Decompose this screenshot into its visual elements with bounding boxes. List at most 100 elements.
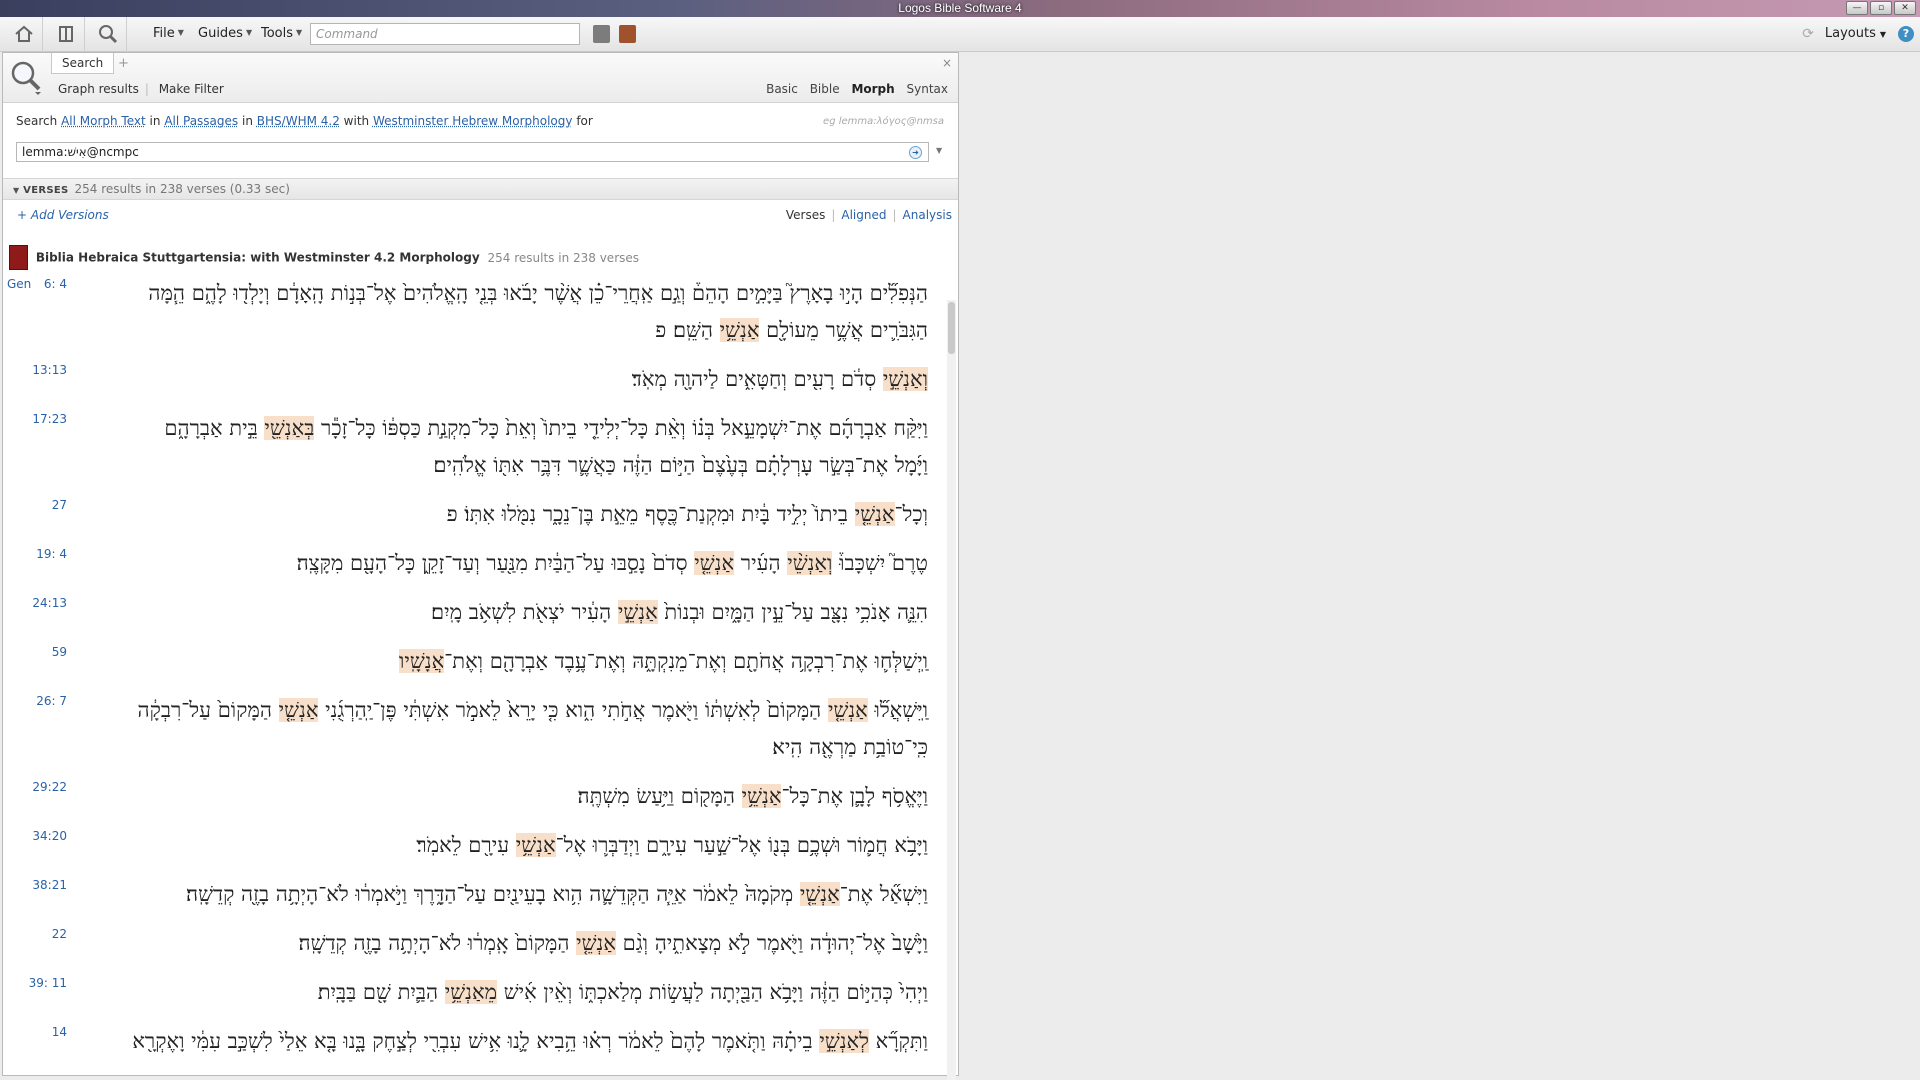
- search-panel: Search + × Graph results | Make Filter Ba…: [2, 52, 959, 1080]
- graph-results-link[interactable]: Graph results: [58, 82, 139, 96]
- text-for: for: [576, 114, 593, 128]
- add-tab-button[interactable]: +: [118, 56, 129, 71]
- close-panel-button[interactable]: ×: [942, 56, 952, 70]
- resource-title[interactable]: Biblia Hebraica Stuttgartensia: with Wes…: [36, 251, 480, 265]
- tab-search[interactable]: Search: [51, 53, 115, 74]
- hebrew-text: וְכָל־: [894, 502, 929, 526]
- hebrew-text: וַֽיִּשְׁאֲל֞וּ: [867, 698, 928, 722]
- search-hit[interactable]: אַנְשֵׁ֥י: [741, 784, 782, 808]
- tools-menu[interactable]: Tools ▼: [261, 26, 302, 41]
- verse-text: וַֽיְשַׁלְּח֛וּ אֶת־רִבְקָ֥ה אֲחֹתָ֖ם וְ…: [48, 643, 928, 680]
- query-history-chevron-icon[interactable]: ▼: [936, 146, 942, 155]
- verse-text: וַיָּ֙שָׁב֙ אֶל־יְהוּדָ֔ה וַיֹּ֖אמֶר לֹ֣…: [48, 925, 928, 962]
- verse-line: הַגִּבֹּרִ֛ים אֲשֶׁ֥ר מֵעוֹלָ֖ם אַנְשֵׁ֥…: [48, 312, 928, 349]
- passages-selector[interactable]: All Passages: [164, 114, 238, 128]
- sync-icon[interactable]: ⟳: [1802, 26, 1814, 42]
- verse-text: וַיְהִי֙ כְּהַיּ֣וֹם הַזֶּ֔ה וַיָּבֹ֥א ה…: [48, 974, 928, 1011]
- command-input[interactable]: Command: [310, 23, 580, 45]
- hebrew-text: בֵּ֣ית אַבְרָהָ֑ם: [164, 416, 265, 440]
- hebrew-text: בֵיתוֹ֙ יְלִ֣יד בָּ֔יִת וּמִקְנַת־כֶּ֖סֶ…: [446, 502, 855, 526]
- books-icon: [59, 26, 73, 42]
- search-hit[interactable]: וְאַנְשֵׁ֨י: [787, 551, 833, 575]
- tab-syntax[interactable]: Syntax: [907, 82, 948, 96]
- search-hit[interactable]: בְּאַנְשֵׁ֖י: [264, 416, 315, 440]
- file-menu[interactable]: File ▼: [153, 26, 184, 41]
- tab-aligned[interactable]: Aligned: [841, 208, 886, 222]
- hebrew-text: מְקֹמָהּ֙ לֵאמֹ֔ר אַיֵּ֧ה הַקְּדֵשָׁ֛ה ה…: [186, 882, 800, 906]
- scope-selector[interactable]: All Morph Text: [61, 114, 146, 128]
- tab-analysis[interactable]: Analysis: [903, 208, 952, 222]
- minimize-button[interactable]: —: [1846, 1, 1868, 15]
- hebrew-text: וַיָּ֙שָׁב֙ אֶל־יְהוּדָ֔ה וַיֹּ֖אמֶר לֹ֣…: [615, 931, 928, 955]
- home-button[interactable]: [3, 17, 43, 52]
- example-hint: eg lemma:λόγος@nmsa: [823, 116, 944, 127]
- hebrew-text: סְדֹ֔ם רָעִ֖ים וְחַטָּאִ֑ים לַיהוָ֖ה מְא…: [631, 367, 883, 391]
- result-view-tabs: Verses | Aligned | Analysis: [786, 208, 952, 222]
- search-icon: [11, 61, 41, 95]
- hebrew-text: הַמָּקוֹם֙ עַל־רִבְקָ֔ה: [137, 698, 279, 722]
- search-hit[interactable]: אַנְשֵׁ֤י: [827, 698, 868, 722]
- close-window-button[interactable]: ✕: [1894, 1, 1916, 15]
- hebrew-text: הַמָּקוֹם֙ אָֽמְר֔וּ לֹא־הָיְתָ֥ה בָזֶ֖ה…: [298, 931, 577, 955]
- file-menu-label: File: [153, 26, 175, 41]
- hebrew-text: וַיָּ֜מָל אֶת־בְּשַׂ֣ר עָרְלָתָ֗ם בְּעֶ֙…: [433, 453, 928, 477]
- hebrew-text: הַנְּפִלִ֞ים הָי֣וּ בָאָרֶץ֮ בַּיָּמִ֣ים…: [148, 281, 928, 305]
- verse-text: וַיִּשְׁאַ֞ל אֶת־אַנְשֵׁ֤י מְקֹמָהּ֙ לֵא…: [48, 876, 928, 913]
- morphology-selector[interactable]: Westminster Hebrew Morphology: [373, 114, 573, 128]
- text-in: in: [149, 114, 161, 128]
- tab-basic[interactable]: Basic: [766, 82, 798, 96]
- book-abbrev[interactable]: Gen: [7, 277, 31, 291]
- hebrew-text: וַתִּקְרָ֞א: [868, 1029, 928, 1053]
- divider: |: [144, 82, 149, 96]
- hebrew-text: בֵיתָ֗הּ וַתֹּ֤אמֶר לָהֶם֙ לֵאמֹ֔ר רְא֗ו…: [132, 1029, 820, 1053]
- search-hit[interactable]: אַנְשֵׁ֤י: [576, 931, 616, 955]
- search-hit[interactable]: אַנְשֵׁ֤י: [278, 698, 319, 722]
- tab-morph[interactable]: Morph: [851, 82, 894, 96]
- hebrew-text: עִירָ֖ם לֵאמֹֽר׃: [416, 833, 516, 857]
- help-icon[interactable]: ?: [1898, 26, 1914, 42]
- tab-bible[interactable]: Bible: [810, 82, 840, 96]
- collapse-triangle-icon[interactable]: ▼: [13, 186, 19, 195]
- book-cover-icon[interactable]: [9, 245, 28, 270]
- panel-actions: Graph results | Make Filter: [58, 82, 230, 96]
- verse-line: וַיֶּאֱסֹ֥ף לָבָ֛ן אֶת־כָּל־אַנְשֵׁ֥י הַ…: [48, 778, 928, 815]
- verses-section-header[interactable]: ▼ VERSES 254 results in 238 verses (0.33 s…: [3, 178, 958, 200]
- version-selector[interactable]: BHS/WHM 4.2: [257, 114, 340, 128]
- search-hit[interactable]: אַנְשֵׁ֥י: [719, 318, 760, 342]
- tab-verses[interactable]: Verses: [786, 208, 825, 222]
- verse-line: וַיְהִי֙ כְּהַיּ֣וֹם הַזֶּ֔ה וַיָּבֹ֥א ה…: [48, 974, 928, 1011]
- search-toolbar-button[interactable]: [87, 17, 127, 52]
- hebrew-text: הַמָּק֖וֹם וַיַּ֥עַשׂ מִשְׁתֶּֽה׃: [577, 784, 742, 808]
- search-hit[interactable]: וְאַנְשֵׁ֣י: [882, 367, 928, 391]
- title-bar: Logos Bible Software 4 — ▫ ✕: [0, 0, 1920, 17]
- speech-icon[interactable]: [593, 25, 610, 43]
- query-input[interactable]: lemma:אִישׁ@ncmpc ➜: [16, 142, 929, 162]
- verses-label: VERSES: [23, 185, 69, 196]
- search-hit[interactable]: מֵאַנְשֵׁ֥י: [444, 980, 498, 1004]
- search-hit[interactable]: אַנְשֵׁ֤י: [854, 502, 895, 526]
- library-button[interactable]: [45, 17, 85, 52]
- go-arrow-icon[interactable]: ➜: [909, 146, 922, 159]
- verse-line: וַיָּ֙שָׁב֙ אֶל־יְהוּדָ֔ה וַיֹּ֖אמֶר לֹ֣…: [48, 925, 928, 962]
- search-hit[interactable]: אַנְשֵׁ֥י: [515, 833, 556, 857]
- hebrew-text: סְדֹם֙ נָסַ֣בּוּ עַל־הַבַּ֔יִת מִנַּ֖עַר…: [296, 551, 695, 575]
- reading-icon[interactable]: [619, 25, 636, 43]
- hebrew-text: וַיֶּאֱסֹ֥ף לָבָ֛ן אֶת־כָּל־: [781, 784, 928, 808]
- text-search: Search: [16, 114, 58, 128]
- make-filter-link[interactable]: Make Filter: [159, 82, 224, 96]
- search-hit[interactable]: אַנְשֵׁ֣י: [617, 600, 658, 624]
- search-hit[interactable]: לְאַנְשֵׁ֣י: [819, 1029, 869, 1053]
- add-versions-link[interactable]: + Add Versions: [17, 208, 109, 222]
- text-in: in: [242, 114, 253, 128]
- search-hit[interactable]: אַנְשֵׁ֤י: [799, 882, 840, 906]
- guides-menu[interactable]: Guides ▼: [198, 26, 252, 41]
- search-hit[interactable]: אַנְשֵׁ֤י: [694, 551, 735, 575]
- guides-menu-label: Guides: [198, 26, 243, 41]
- divider: |: [831, 208, 836, 222]
- layouts-menu[interactable]: Layouts ▼: [1825, 26, 1886, 41]
- results-scrollbar[interactable]: [947, 300, 956, 1080]
- verse-line: וַיִּקַּ֨ח אַבְרָהָ֜ם אֶת־יִשְׁמָעֵ֣אל ב…: [48, 410, 928, 447]
- maximize-button[interactable]: ▫: [1870, 1, 1892, 15]
- search-hit[interactable]: אֲנָשָֽׁיו: [399, 649, 445, 673]
- scroll-thumb[interactable]: [948, 302, 955, 354]
